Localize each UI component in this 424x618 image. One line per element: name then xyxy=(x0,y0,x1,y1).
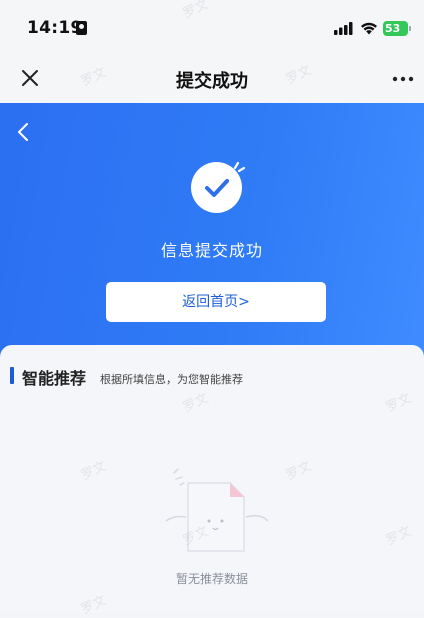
success-banner: 信息提交成功 返回首页> xyxy=(0,103,424,365)
sparkle-icon xyxy=(233,161,246,173)
battery-tip xyxy=(409,26,411,31)
section-title: 智能推荐 xyxy=(22,369,87,388)
section-subtitle: 根据所填信息，为您智能推荐 xyxy=(100,373,243,386)
section-accent-bar xyxy=(10,367,14,384)
clock-time: 14:19 xyxy=(27,18,83,38)
back-arrow-icon[interactable] xyxy=(16,122,30,142)
page-title: 提交成功 xyxy=(176,71,248,92)
empty-state-text: 暂无推荐数据 xyxy=(175,572,248,586)
contact-card-icon xyxy=(76,21,87,35)
cellular-signal-icon xyxy=(334,22,353,35)
status-bar: 14:19 53 xyxy=(0,0,424,56)
return-home-button[interactable]: 返回首页> xyxy=(106,282,326,322)
wifi-icon xyxy=(361,22,377,35)
battery-indicator: 53 xyxy=(383,21,408,36)
success-message: 信息提交成功 xyxy=(160,241,263,260)
more-options-icon[interactable] xyxy=(392,76,414,82)
recommendation-section: 智能推荐 根据所填信息，为您智能推荐 暂无推荐数据 xyxy=(0,345,424,613)
empty-state-document-icon xyxy=(165,468,269,552)
navigation-bar: 提交成功 xyxy=(0,56,424,103)
